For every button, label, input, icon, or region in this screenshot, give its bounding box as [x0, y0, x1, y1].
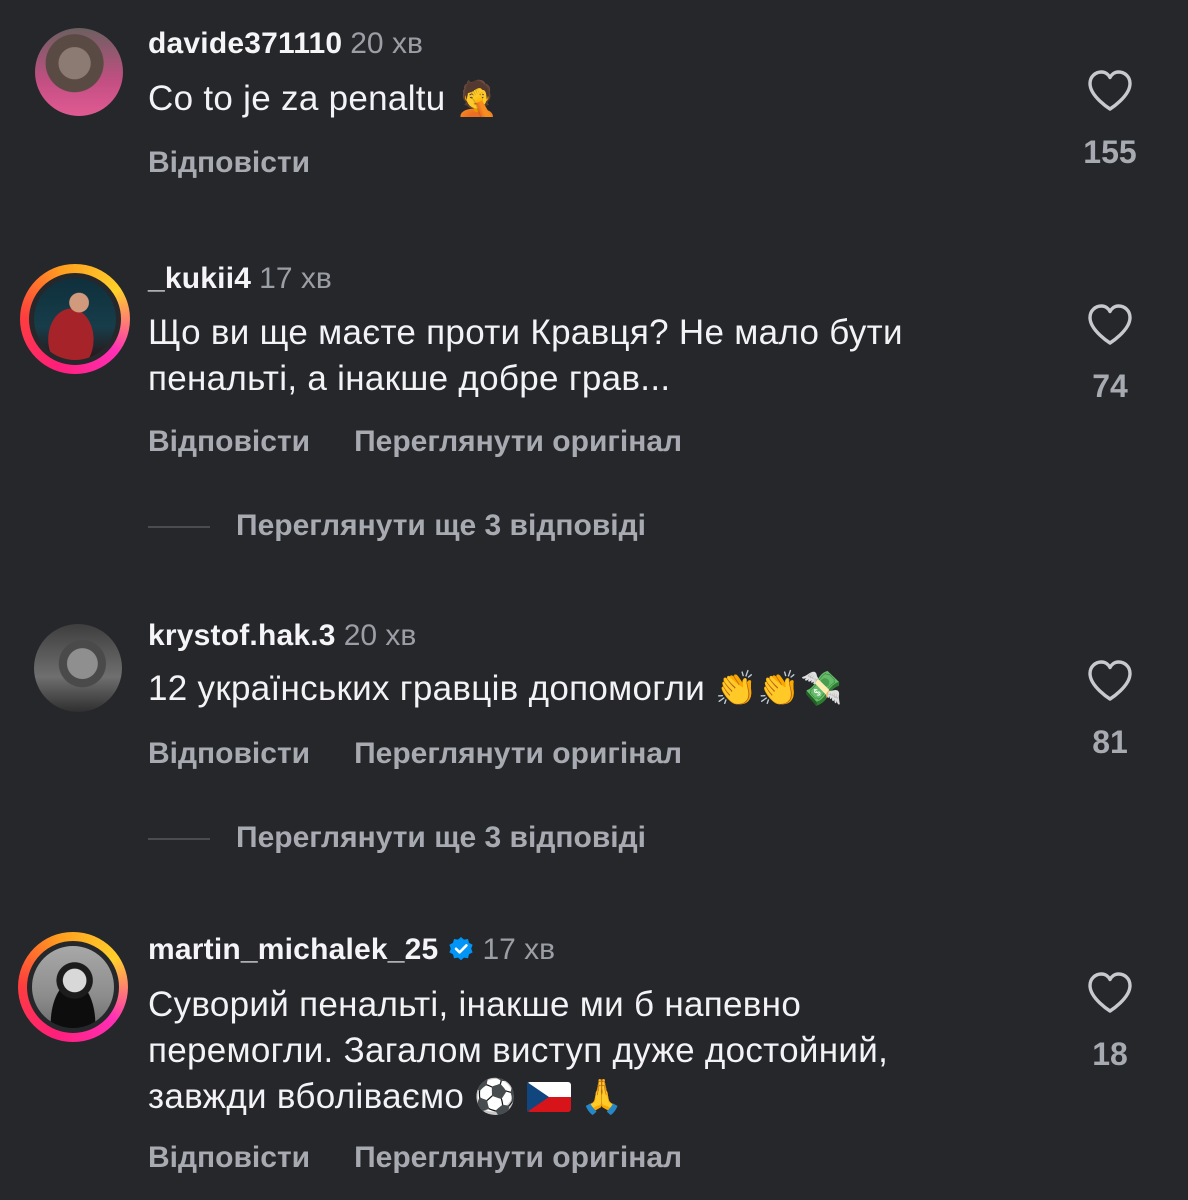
comment-time: 20 хв	[343, 619, 417, 652]
soccer-ball-emoji: ⚽	[474, 1077, 517, 1117]
username[interactable]: davide371110	[148, 27, 342, 60]
view-original-button[interactable]: Переглянути оригінал	[354, 737, 682, 770]
comment-time: 17 хв	[259, 262, 332, 295]
facepalm-emoji: 🤦	[455, 79, 499, 119]
heart-outline-icon[interactable]	[1086, 68, 1134, 112]
avatar[interactable]	[18, 932, 128, 1042]
view-original-button[interactable]: Переглянути оригінал	[354, 425, 682, 458]
pray-emoji: 🙏	[580, 1077, 624, 1117]
comment-text-line: Суворий пенальті, інакше ми б напевно	[148, 985, 802, 1024]
comments-list: davide371110 20 хв Co to je za penaltu 🤦 …	[0, 0, 1188, 1200]
comment-text-line: Co to je za penaltu	[148, 79, 446, 118]
view-more-replies-button[interactable]: Переглянути ще 3 відповіді	[148, 818, 646, 858]
comment-text: Суворий пенальті, інакше ми б напевно пе…	[148, 982, 888, 1120]
reply-button[interactable]: Відповісти	[148, 1141, 310, 1174]
username[interactable]: krystof.hak.3	[148, 619, 336, 652]
reply-button[interactable]: Відповісти	[148, 737, 310, 770]
username[interactable]: _kukii4	[148, 262, 251, 295]
comment-text-line: 12 українських гравців допомогли	[148, 669, 706, 708]
clap-money-emoji: 👏👏💸	[715, 669, 844, 709]
like-count: 155	[1083, 134, 1137, 170]
comment-text-line: перемогли. Загалом виступ дуже достойний…	[148, 1031, 889, 1070]
reply-button[interactable]: Відповісти	[148, 425, 310, 458]
comment-time: 17 хв	[482, 933, 556, 966]
comment-time: 20 хв	[350, 27, 423, 60]
view-original-button[interactable]: Переглянути оригінал	[354, 1141, 682, 1174]
view-more-replies-button[interactable]: Переглянути ще 3 відповіді	[148, 506, 646, 546]
replies-divider	[148, 526, 210, 529]
czech-flag-icon	[526, 1082, 571, 1112]
username[interactable]: martin_michalek_25	[148, 933, 438, 966]
comment-text-line: пенальті, а інакше добре грав...	[148, 359, 671, 398]
comment-text-line: завжди вболіваємо ⚽ 🙏	[148, 1077, 624, 1117]
avatar[interactable]	[23, 16, 133, 126]
like-count: 18	[1092, 1036, 1128, 1072]
comment-text: 12 українських гравців допомогли 👏👏💸	[148, 666, 843, 712]
avatar-image	[29, 273, 121, 365]
avatar[interactable]	[22, 612, 132, 722]
avatar[interactable]	[20, 264, 130, 374]
heart-outline-icon[interactable]	[1086, 658, 1134, 702]
heart-outline-icon[interactable]	[1086, 970, 1134, 1014]
view-more-replies-label: Переглянути ще 3 відповіді	[236, 509, 646, 542]
replies-divider	[148, 838, 210, 841]
avatar-image	[27, 941, 119, 1033]
avatar-image	[35, 28, 123, 116]
comment-text: Co to je za penaltu 🤦	[148, 76, 498, 122]
view-more-replies-label: Переглянути ще 3 відповіді	[236, 821, 646, 854]
like-count: 81	[1092, 724, 1128, 760]
comment-text-line: Що ви ще маєте проти Кравця? Не мало бут…	[148, 313, 903, 352]
comment-text: Що ви ще маєте проти Кравця? Не мало бут…	[148, 310, 903, 402]
reply-button[interactable]: Відповісти	[148, 146, 310, 179]
avatar-image	[34, 624, 122, 712]
like-count: 74	[1092, 368, 1128, 404]
heart-outline-icon[interactable]	[1086, 302, 1134, 346]
verified-badge-icon	[449, 937, 474, 961]
